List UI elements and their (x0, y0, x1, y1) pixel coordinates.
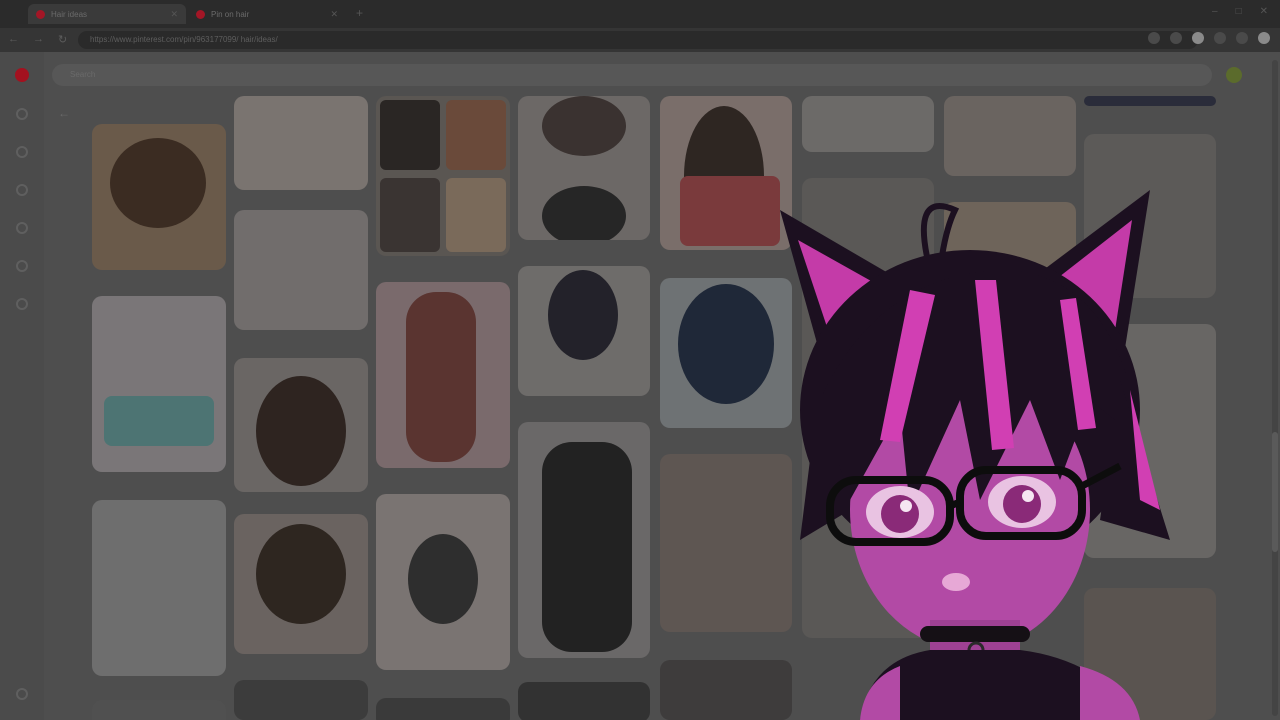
pin-image[interactable] (92, 700, 226, 720)
settings-icon[interactable] (16, 688, 28, 700)
screen: Hair ideas ✕ Pin on hair ✕ + – □ ✕ ← → ↻… (0, 0, 1280, 720)
reload-button[interactable]: ↻ (58, 33, 67, 46)
extension-icon[interactable] (1148, 32, 1160, 44)
new-tab-button[interactable]: + (356, 6, 363, 20)
pin-image[interactable] (518, 96, 650, 240)
pin-image[interactable] (1084, 96, 1216, 106)
pin-image[interactable] (802, 96, 934, 152)
browser-toolbar: ← → ↻ https://www.pinterest.com/pin/9631… (0, 28, 1280, 52)
create-icon[interactable] (16, 184, 28, 196)
pinterest-search-input[interactable]: Search (52, 64, 1212, 86)
maximize-button[interactable]: □ (1236, 6, 1242, 17)
pin-image[interactable] (92, 124, 226, 270)
vtuber-avatar (780, 190, 1170, 720)
extension-icon[interactable] (1192, 32, 1204, 44)
pinterest-sidebar (0, 52, 44, 720)
tab-title: Pin on hair (211, 9, 250, 19)
pin-image[interactable] (376, 494, 510, 670)
pin-image[interactable] (518, 422, 650, 658)
profile-icon[interactable] (1258, 32, 1270, 44)
pin-image[interactable] (518, 682, 650, 720)
messages-icon[interactable] (16, 260, 28, 272)
extension-icon[interactable] (1236, 32, 1248, 44)
window-controls: – □ ✕ (1212, 6, 1268, 17)
tab-hair-ideas[interactable]: Hair ideas ✕ (28, 4, 186, 24)
extensions-area (1148, 32, 1270, 44)
pin-image[interactable] (518, 266, 650, 396)
close-window-button[interactable]: ✕ (1260, 6, 1268, 17)
close-tab-icon[interactable]: ✕ (330, 9, 338, 20)
forward-button[interactable]: → (33, 33, 44, 46)
pin-image[interactable] (376, 96, 510, 256)
pin-image[interactable] (234, 210, 368, 330)
back-arrow-icon[interactable]: ← (58, 106, 70, 120)
pin-image[interactable] (234, 96, 368, 190)
home-icon[interactable] (16, 108, 28, 120)
page-scrollbar[interactable] (1272, 60, 1278, 716)
pinterest-favicon-icon (196, 9, 205, 19)
tab-pin-on-hair[interactable]: Pin on hair ✕ (188, 4, 346, 24)
pin-image[interactable] (944, 96, 1076, 176)
pin-image[interactable] (376, 698, 510, 720)
pin-image[interactable] (234, 514, 368, 654)
close-tab-icon[interactable]: ✕ (170, 9, 178, 20)
pin-image[interactable] (376, 282, 510, 468)
extension-icon[interactable] (1214, 32, 1226, 44)
extension-icon[interactable] (1170, 32, 1182, 44)
user-avatar[interactable] (1226, 67, 1242, 83)
pin-image[interactable] (92, 296, 226, 472)
pin-image[interactable] (234, 358, 368, 492)
pinterest-favicon-icon (36, 9, 45, 19)
browser-tab-bar: Hair ideas ✕ Pin on hair ✕ + – □ ✕ (0, 0, 1280, 28)
minimize-button[interactable]: – (1212, 6, 1218, 17)
address-bar[interactable]: https://www.pinterest.com/pin/963177099/… (78, 31, 1198, 49)
updates-icon[interactable] (16, 298, 28, 310)
explore-icon[interactable] (16, 146, 28, 158)
notifications-icon[interactable] (16, 222, 28, 234)
back-button[interactable]: ← (8, 33, 19, 46)
pinterest-logo-icon[interactable] (15, 68, 29, 82)
pin-image[interactable] (92, 500, 226, 676)
pin-image[interactable] (234, 680, 368, 720)
nav-buttons: ← → ↻ (8, 33, 67, 46)
tab-title: Hair ideas (51, 9, 88, 19)
page-scrollbar-thumb[interactable] (1272, 432, 1278, 552)
